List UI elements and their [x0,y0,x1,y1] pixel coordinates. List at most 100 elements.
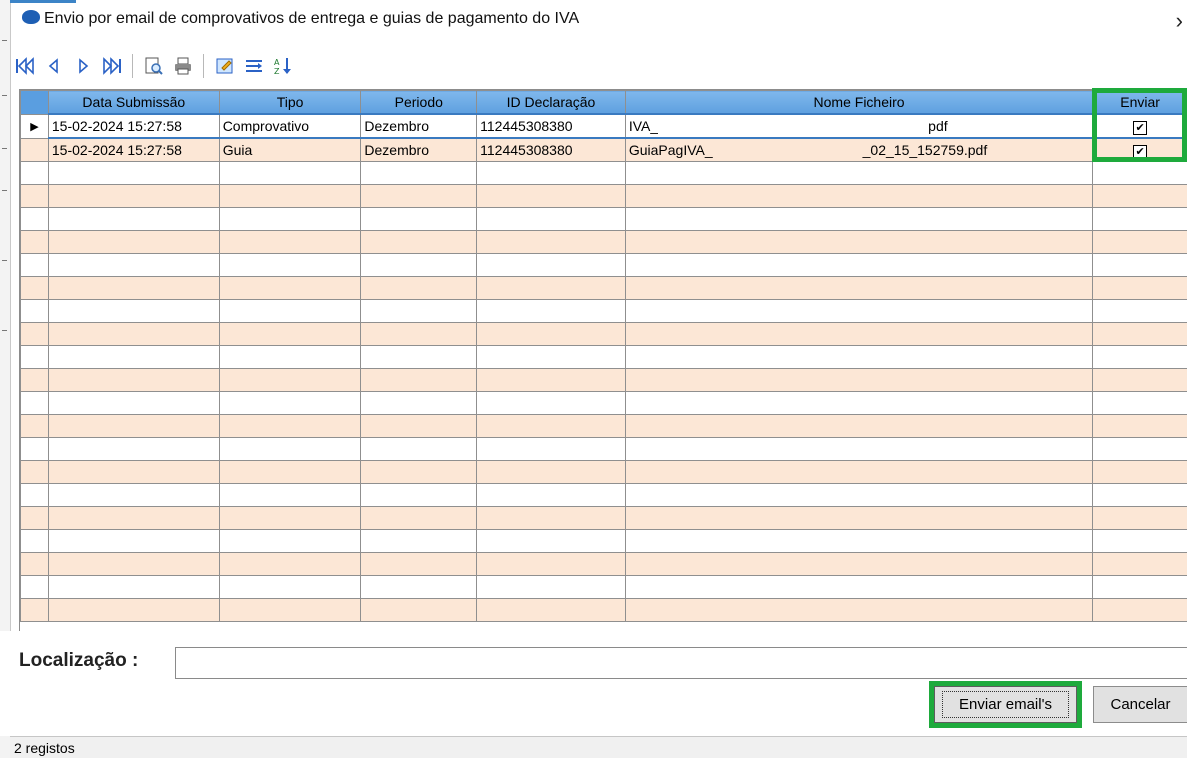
empty-cell[interactable] [625,300,1092,323]
empty-cell[interactable] [219,300,361,323]
empty-cell[interactable] [477,392,626,415]
column-header-nome-ficheiro[interactable]: Nome Ficheiro [625,91,1092,115]
empty-cell[interactable] [625,369,1092,392]
empty-row[interactable] [21,277,1187,300]
empty-cell[interactable] [48,415,219,438]
cell-data-submissao[interactable]: 15-02-2024 15:27:58 [48,114,219,138]
empty-cell[interactable] [361,461,477,484]
empty-cell[interactable] [477,254,626,277]
close-button[interactable]: › [1176,8,1183,34]
enviar-checkbox[interactable]: ✔ [1133,145,1147,159]
empty-cell[interactable] [361,484,477,507]
empty-cell[interactable] [48,530,219,553]
edit-form-icon[interactable] [212,53,238,79]
empty-cell[interactable] [361,576,477,599]
empty-cell[interactable] [625,346,1092,369]
empty-row[interactable] [21,369,1187,392]
empty-cell[interactable] [625,576,1092,599]
empty-cell[interactable] [48,553,219,576]
empty-cell[interactable] [219,484,361,507]
column-header-periodo[interactable]: Periodo [361,91,477,115]
empty-cell[interactable] [477,576,626,599]
empty-cell[interactable] [625,415,1092,438]
empty-cell[interactable] [361,530,477,553]
empty-cell[interactable] [219,461,361,484]
empty-row[interactable] [21,415,1187,438]
cell-nome-ficheiro[interactable]: IVA_pdf [625,114,1092,138]
empty-cell[interactable] [477,415,626,438]
cell-tipo[interactable]: Comprovativo [219,114,361,138]
empty-cell[interactable] [1093,599,1187,622]
cell-enviar[interactable]: ✔ [1093,114,1187,138]
empty-cell[interactable] [625,507,1092,530]
cell-enviar[interactable]: ✔ [1093,138,1187,162]
empty-cell[interactable] [625,323,1092,346]
empty-cell[interactable] [361,254,477,277]
cancel-button[interactable]: Cancelar [1093,686,1187,723]
empty-cell[interactable] [361,277,477,300]
empty-cell[interactable] [361,392,477,415]
enviar-checkbox[interactable]: ✔ [1133,121,1147,135]
empty-cell[interactable] [361,231,477,254]
empty-cell[interactable] [1093,277,1187,300]
cell-id-declaracao[interactable]: 112445308380 [477,138,626,162]
empty-cell[interactable] [361,323,477,346]
send-emails-button[interactable]: Enviar email's [934,686,1077,723]
empty-cell[interactable] [1093,185,1187,208]
empty-cell[interactable] [625,185,1092,208]
empty-cell[interactable] [477,553,626,576]
empty-cell[interactable] [625,553,1092,576]
empty-cell[interactable] [48,231,219,254]
empty-cell[interactable] [1093,208,1187,231]
empty-cell[interactable] [1093,346,1187,369]
empty-cell[interactable] [219,369,361,392]
empty-cell[interactable] [219,185,361,208]
empty-cell[interactable] [361,507,477,530]
first-record-icon[interactable] [12,53,38,79]
empty-cell[interactable] [477,323,626,346]
empty-cell[interactable] [219,323,361,346]
empty-cell[interactable] [625,438,1092,461]
empty-row[interactable] [21,576,1187,599]
empty-cell[interactable] [625,208,1092,231]
empty-cell[interactable] [48,346,219,369]
table-row[interactable]: ▶ 15-02-2024 15:27:58 Comprovativo Dezem… [21,114,1187,138]
empty-cell[interactable] [219,576,361,599]
empty-cell[interactable] [219,277,361,300]
empty-cell[interactable] [48,369,219,392]
empty-cell[interactable] [361,208,477,231]
column-header-enviar[interactable]: Enviar [1093,91,1187,115]
empty-cell[interactable] [625,484,1092,507]
location-input[interactable] [175,647,1187,679]
empty-row[interactable] [21,507,1187,530]
empty-cell[interactable] [477,530,626,553]
empty-cell[interactable] [1093,461,1187,484]
empty-cell[interactable] [1093,438,1187,461]
cell-periodo[interactable]: Dezembro [361,138,477,162]
column-header-data-submissao[interactable]: Data Submissão [48,91,219,115]
empty-cell[interactable] [1093,254,1187,277]
empty-cell[interactable] [1093,530,1187,553]
empty-cell[interactable] [219,530,361,553]
empty-cell[interactable] [477,162,626,185]
last-record-icon[interactable] [99,53,125,79]
empty-row[interactable] [21,438,1187,461]
empty-row[interactable] [21,461,1187,484]
empty-row[interactable] [21,185,1187,208]
empty-row[interactable] [21,530,1187,553]
column-header-id-declaracao[interactable]: ID Declaração [477,91,626,115]
empty-cell[interactable] [48,392,219,415]
next-record-icon[interactable] [70,53,96,79]
empty-cell[interactable] [1093,369,1187,392]
cell-nome-ficheiro[interactable]: GuiaPagIVA__02_15_152759.pdf [625,138,1092,162]
empty-cell[interactable] [361,300,477,323]
cell-data-submissao[interactable]: 15-02-2024 15:27:58 [48,138,219,162]
empty-cell[interactable] [219,507,361,530]
empty-cell[interactable] [361,185,477,208]
empty-cell[interactable] [48,461,219,484]
column-header-tipo[interactable]: Tipo [219,91,361,115]
empty-cell[interactable] [48,484,219,507]
empty-cell[interactable] [1093,323,1187,346]
cell-id-declaracao[interactable]: 112445308380 [477,114,626,138]
empty-cell[interactable] [48,507,219,530]
